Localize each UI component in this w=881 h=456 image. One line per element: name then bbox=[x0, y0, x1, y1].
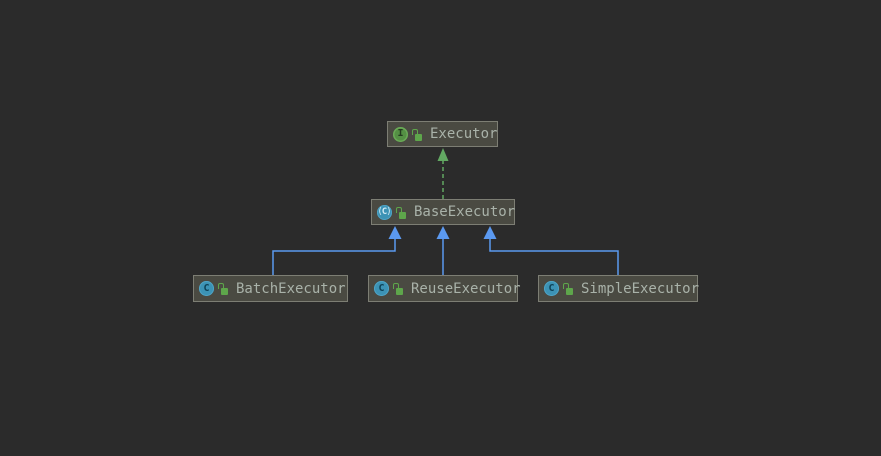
lock-body bbox=[396, 288, 403, 295]
class-icon-letter: C bbox=[378, 282, 385, 294]
edge-extends-reuseexecutor-baseexecutor[interactable] bbox=[436, 226, 450, 275]
class-icon: C bbox=[374, 281, 389, 296]
public-lock-icon bbox=[396, 206, 407, 219]
edge-line[interactable] bbox=[272, 238, 396, 275]
lock-body bbox=[415, 133, 422, 141]
node-baseexecutor[interactable]: C BaseExecutor bbox=[371, 199, 515, 225]
class-icon-letter: C bbox=[203, 282, 210, 294]
lock-body bbox=[566, 288, 573, 295]
arrowhead-extends-icon bbox=[483, 226, 497, 239]
edge-implements-baseexecutor-executor[interactable] bbox=[437, 148, 449, 199]
class-name-label: BatchExecutor bbox=[236, 280, 346, 297]
edge-extends-batchexecutor-baseexecutor[interactable] bbox=[272, 226, 402, 275]
class-name-label: ReuseExecutor bbox=[411, 280, 521, 297]
class-name-label: BaseExecutor bbox=[414, 204, 516, 220]
interface-icon-letter: I bbox=[397, 128, 404, 139]
class-icon: C bbox=[544, 281, 559, 296]
interface-icon: I bbox=[393, 126, 408, 142]
abstract-class-icon: C bbox=[377, 204, 392, 220]
edge-line[interactable] bbox=[489, 238, 619, 275]
class-icon: C bbox=[199, 281, 214, 296]
class-name-label: Executor bbox=[430, 126, 498, 142]
class-icon-letter: C bbox=[548, 282, 555, 294]
public-lock-icon bbox=[412, 128, 423, 141]
node-reuseexecutor[interactable]: C ReuseExecutor bbox=[368, 275, 521, 302]
lock-body bbox=[221, 288, 228, 295]
arrowhead-extends-icon bbox=[436, 226, 450, 239]
class-name-label: SimpleExecutor bbox=[581, 280, 700, 297]
arrowhead-extends-icon bbox=[388, 226, 402, 239]
node-batchexecutor[interactable]: C BatchExecutor bbox=[193, 275, 348, 302]
node-executor[interactable]: I Executor bbox=[387, 121, 498, 147]
diagram-canvas[interactable]: I Executor C BaseExecutor C BatchExecuto… bbox=[0, 0, 881, 456]
lock-body bbox=[399, 211, 406, 219]
arrowhead-implements-icon bbox=[437, 148, 449, 161]
edges-layer bbox=[272, 148, 619, 275]
public-lock-icon bbox=[218, 282, 229, 295]
node-simpleexecutor[interactable]: C SimpleExecutor bbox=[538, 275, 700, 302]
public-lock-icon bbox=[563, 282, 574, 295]
edge-extends-simpleexecutor-baseexecutor[interactable] bbox=[483, 226, 619, 275]
public-lock-icon bbox=[393, 282, 404, 295]
abstract-class-icon-letter: C bbox=[381, 206, 388, 217]
